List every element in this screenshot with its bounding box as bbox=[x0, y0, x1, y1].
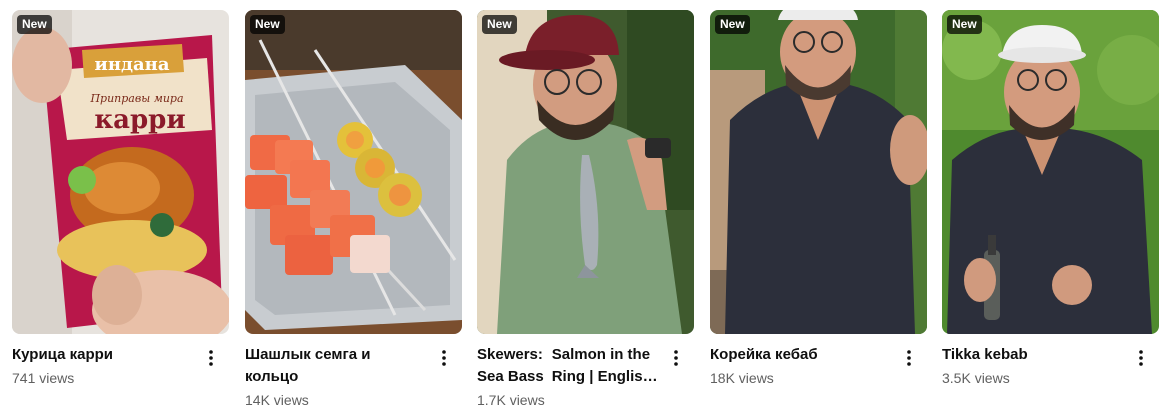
new-badge: New bbox=[17, 15, 52, 34]
short-card[interactable]: индана Приправы мира карри New Курица ка… bbox=[12, 10, 229, 388]
new-badge: New bbox=[715, 15, 750, 34]
short-meta: Курица карри 741 views bbox=[12, 344, 229, 388]
package-product-text: карри bbox=[94, 105, 185, 135]
short-title[interactable]: Курица карри bbox=[12, 344, 197, 366]
new-badge: New bbox=[250, 15, 285, 34]
short-title-line: Шашлык семга и bbox=[245, 346, 371, 363]
short-thumbnail[interactable]: индана Приправы мира карри New bbox=[12, 10, 229, 334]
short-meta: Tikka kebab 3.5K views bbox=[942, 344, 1159, 388]
view-count: 3.5K views bbox=[942, 370, 1010, 386]
short-title[interactable]: Tikka kebab bbox=[942, 344, 1127, 366]
short-title-column: Skewers: Sea Bass bbox=[477, 344, 544, 388]
short-meta: Skewers: Sea Bass Salmon in the Ring | E… bbox=[477, 344, 694, 410]
more-vert-icon[interactable] bbox=[434, 348, 454, 368]
more-vert-icon[interactable] bbox=[201, 348, 221, 368]
more-vert-icon[interactable] bbox=[899, 348, 919, 368]
package-line-text: Приправы мира bbox=[89, 92, 183, 105]
short-thumbnail[interactable]: New bbox=[942, 10, 1159, 334]
short-card[interactable]: New Шашлык семга и кольцо 14K views bbox=[245, 10, 462, 410]
thumbnail-image bbox=[710, 10, 927, 334]
view-count: 741 views bbox=[12, 370, 75, 386]
view-count: 14K views bbox=[245, 392, 309, 408]
more-vert-icon[interactable] bbox=[666, 348, 686, 368]
short-thumbnail[interactable]: New bbox=[710, 10, 927, 334]
more-vert-icon[interactable] bbox=[1131, 348, 1151, 368]
view-count: 18K views bbox=[710, 370, 774, 386]
short-title-line: Salmon in the bbox=[551, 346, 651, 363]
short-title-line: Ring | Englis… bbox=[551, 368, 658, 385]
short-title-line: Sea Bass bbox=[477, 368, 544, 385]
new-badge: New bbox=[947, 15, 982, 34]
short-meta: Корейка кебаб 18K views bbox=[710, 344, 927, 388]
short-title-column: Salmon in the Ring | Englis… bbox=[552, 344, 658, 388]
thumbnail-image bbox=[245, 10, 462, 334]
view-count: 1.7K views bbox=[477, 392, 545, 408]
short-card[interactable]: New Skewers: Sea Bass Salmon in the Ring… bbox=[477, 10, 694, 410]
short-title[interactable]: Skewers: Sea Bass Salmon in the Ring | E… bbox=[477, 344, 662, 388]
short-card[interactable]: New Tikka kebab 3.5K views bbox=[942, 10, 1159, 388]
short-thumbnail[interactable]: New bbox=[245, 10, 462, 334]
short-card[interactable]: New Корейка кебаб 18K views bbox=[710, 10, 927, 388]
short-title-line: Skewers: bbox=[477, 346, 543, 363]
thumbnail-image bbox=[942, 10, 1159, 334]
short-title-line: кольцо bbox=[245, 368, 299, 385]
short-meta: Шашлык семга и кольцо 14K views bbox=[245, 344, 462, 410]
short-title[interactable]: Корейка кебаб bbox=[710, 344, 895, 366]
new-badge: New bbox=[482, 15, 517, 34]
thumbnail-image bbox=[477, 10, 694, 334]
shorts-shelf: индана Приправы мира карри New Курица ка… bbox=[0, 0, 1175, 416]
short-thumbnail[interactable]: New bbox=[477, 10, 694, 334]
package-brand-text: индана bbox=[94, 54, 169, 75]
thumbnail-image: индана Приправы мира карри bbox=[12, 10, 229, 334]
short-title[interactable]: Шашлык семга и кольцо bbox=[245, 344, 430, 388]
